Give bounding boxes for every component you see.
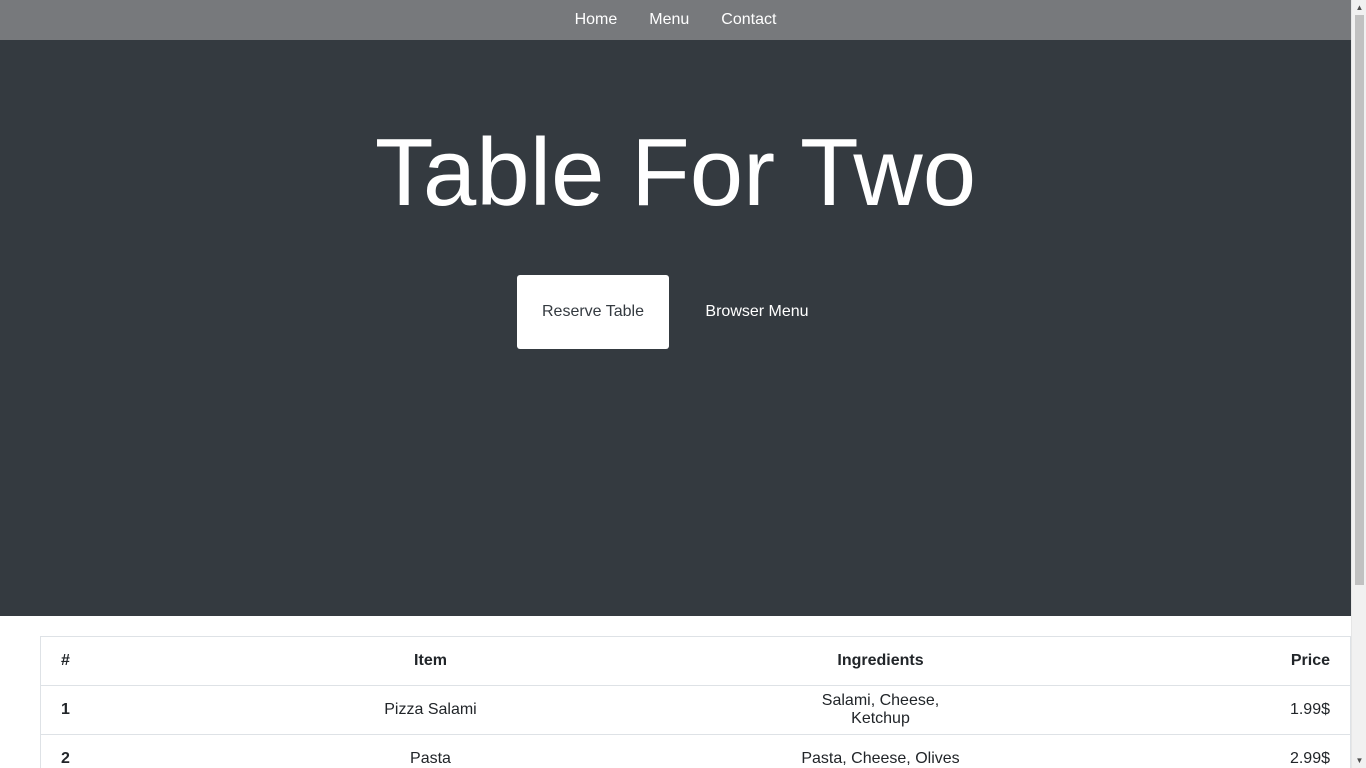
- browse-menu-button[interactable]: Browser Menu: [685, 275, 829, 349]
- row-price: 2.99$: [990, 734, 1351, 768]
- row-ingredients: Salami, Cheese, Ketchup: [770, 685, 991, 735]
- scrollbar-thumb[interactable]: [1355, 15, 1364, 585]
- reserve-table-button[interactable]: Reserve Table: [517, 275, 669, 349]
- header-ingredients: Ingredients: [770, 636, 991, 686]
- menu-table: # Item Ingredients Price 1 Pizza Salami …: [40, 636, 1351, 768]
- header-item: Item: [90, 636, 771, 686]
- header-price: Price: [990, 636, 1351, 686]
- row-price: 1.99$: [990, 685, 1351, 735]
- hero-title: Table For Two: [374, 119, 977, 226]
- row-item: Pizza Salami: [90, 685, 771, 735]
- nav-link-contact[interactable]: Contact: [705, 0, 792, 40]
- table-row: 1 Pizza Salami Salami, Cheese, Ketchup 1…: [40, 685, 1351, 735]
- table-header-row: # Item Ingredients Price: [40, 636, 1351, 686]
- scroll-down-arrow-icon[interactable]: ▼: [1352, 753, 1366, 768]
- page: Home Menu Contact Table For Two Reserve …: [0, 0, 1351, 768]
- vertical-scrollbar[interactable]: ▲ ▼: [1351, 0, 1366, 768]
- table-row: 2 Pasta Pasta, Cheese, Olives 2.99$: [40, 734, 1351, 768]
- scroll-up-arrow-icon[interactable]: ▲: [1352, 0, 1366, 15]
- row-ingredients: Pasta, Cheese, Olives: [770, 734, 991, 768]
- header-num: #: [40, 636, 91, 686]
- nav-link-menu[interactable]: Menu: [633, 0, 705, 40]
- nav-link-home[interactable]: Home: [559, 0, 634, 40]
- hero-section: Table For Two Reserve Table Browser Menu: [0, 40, 1351, 616]
- top-navbar: Home Menu Contact: [0, 0, 1351, 40]
- row-num: 1: [40, 685, 91, 735]
- row-item: Pasta: [90, 734, 771, 768]
- row-num: 2: [40, 734, 91, 768]
